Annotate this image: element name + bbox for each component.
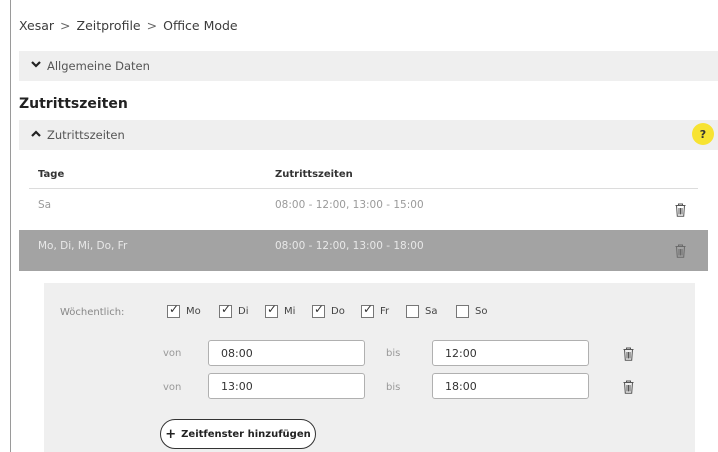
trash-icon[interactable] — [623, 379, 634, 394]
checkbox-label: Sa — [425, 305, 438, 317]
breadcrumb-separator: > — [60, 18, 71, 33]
chevron-down-icon — [31, 61, 43, 71]
checkbox-so[interactable]: So — [456, 303, 487, 319]
section-title: Zutrittszeiten — [19, 96, 128, 112]
panel-general-label: Allgemeine Daten — [47, 59, 150, 73]
breadcrumb-item-current: Office Mode — [163, 18, 238, 33]
to-label: bis — [386, 348, 401, 359]
table-header: Tage Zutrittszeiten — [29, 160, 698, 189]
help-button[interactable]: ? — [692, 123, 714, 145]
add-time-window-button[interactable]: + Zeitfenster hinzufügen — [160, 419, 316, 449]
checkbox-di[interactable]: Di — [219, 302, 249, 319]
row-days: Mo, Di, Mi, Do, Fr — [38, 240, 128, 252]
panel-general-header[interactable]: Allgemeine Daten — [19, 51, 718, 81]
checkbox-do[interactable]: Do — [312, 302, 345, 319]
checkbox-mo[interactable]: Mo — [167, 302, 201, 319]
breadcrumb: Xesar > Zeitprofile > Office Mode — [19, 18, 238, 33]
checkbox-box[interactable] — [406, 304, 419, 318]
trash-icon[interactable] — [675, 244, 686, 258]
access-times-table: Tage Zutrittszeiten Sa 08:00 - 12:00, 13… — [19, 160, 708, 271]
checkbox-label: Mi — [284, 305, 296, 317]
checkbox-box[interactable] — [361, 302, 374, 318]
chevron-up-icon — [31, 130, 43, 140]
column-header-days: Tage — [38, 169, 65, 180]
column-header-times: Zutrittszeiten — [275, 169, 353, 180]
time-window-editor: Wöchentlich: Mo Di Mi Do Fr Sa So von 08… — [44, 283, 695, 452]
checkbox-box[interactable] — [265, 302, 278, 318]
row-times: 08:00 - 12:00, 13:00 - 15:00 — [275, 199, 424, 211]
trash-icon[interactable] — [623, 346, 634, 361]
checkbox-mi[interactable]: Mi — [265, 302, 296, 319]
panel-access-label: Zutrittszeiten — [47, 128, 125, 142]
row-days: Sa — [38, 199, 52, 211]
table-row-selected[interactable]: Mo, Di, Mi, Do, Fr 08:00 - 12:00, 13:00 … — [19, 230, 708, 271]
checkbox-box[interactable] — [219, 302, 232, 318]
panel-access-header[interactable]: Zutrittszeiten — [19, 120, 718, 150]
to-time-input[interactable]: 18:00 — [432, 373, 589, 399]
breadcrumb-separator: > — [146, 18, 158, 33]
plus-icon: + — [165, 426, 177, 442]
to-time-input[interactable]: 12:00 — [432, 340, 589, 366]
to-label: bis — [386, 382, 401, 393]
add-time-window-label: Zeitfenster hinzufügen — [181, 428, 311, 440]
breadcrumb-item-zeitprofile[interactable]: Zeitprofile — [77, 18, 141, 33]
weekly-label: Wöchentlich: — [60, 307, 125, 318]
checkbox-label: Di — [238, 305, 249, 317]
content-left-border — [10, 0, 11, 452]
checkbox-fr[interactable]: Fr — [361, 302, 390, 319]
checkbox-label: Do — [331, 305, 345, 317]
checkbox-box[interactable] — [456, 304, 469, 318]
breadcrumb-item-xesar[interactable]: Xesar — [19, 18, 54, 33]
checkbox-label: Mo — [186, 305, 201, 317]
row-times: 08:00 - 12:00, 13:00 - 18:00 — [275, 240, 424, 252]
checkbox-label: Fr — [380, 305, 390, 317]
from-label: von — [163, 348, 182, 359]
table-row[interactable]: Sa 08:00 - 12:00, 13:00 - 15:00 — [29, 189, 698, 230]
checkbox-sa[interactable]: Sa — [406, 303, 437, 319]
from-time-input[interactable]: 08:00 — [208, 340, 365, 366]
checkbox-label: So — [475, 305, 488, 317]
from-label: von — [163, 382, 182, 393]
from-time-input[interactable]: 13:00 — [208, 373, 365, 399]
checkbox-box[interactable] — [167, 302, 180, 318]
trash-icon[interactable] — [675, 203, 686, 217]
checkbox-box[interactable] — [312, 302, 325, 318]
